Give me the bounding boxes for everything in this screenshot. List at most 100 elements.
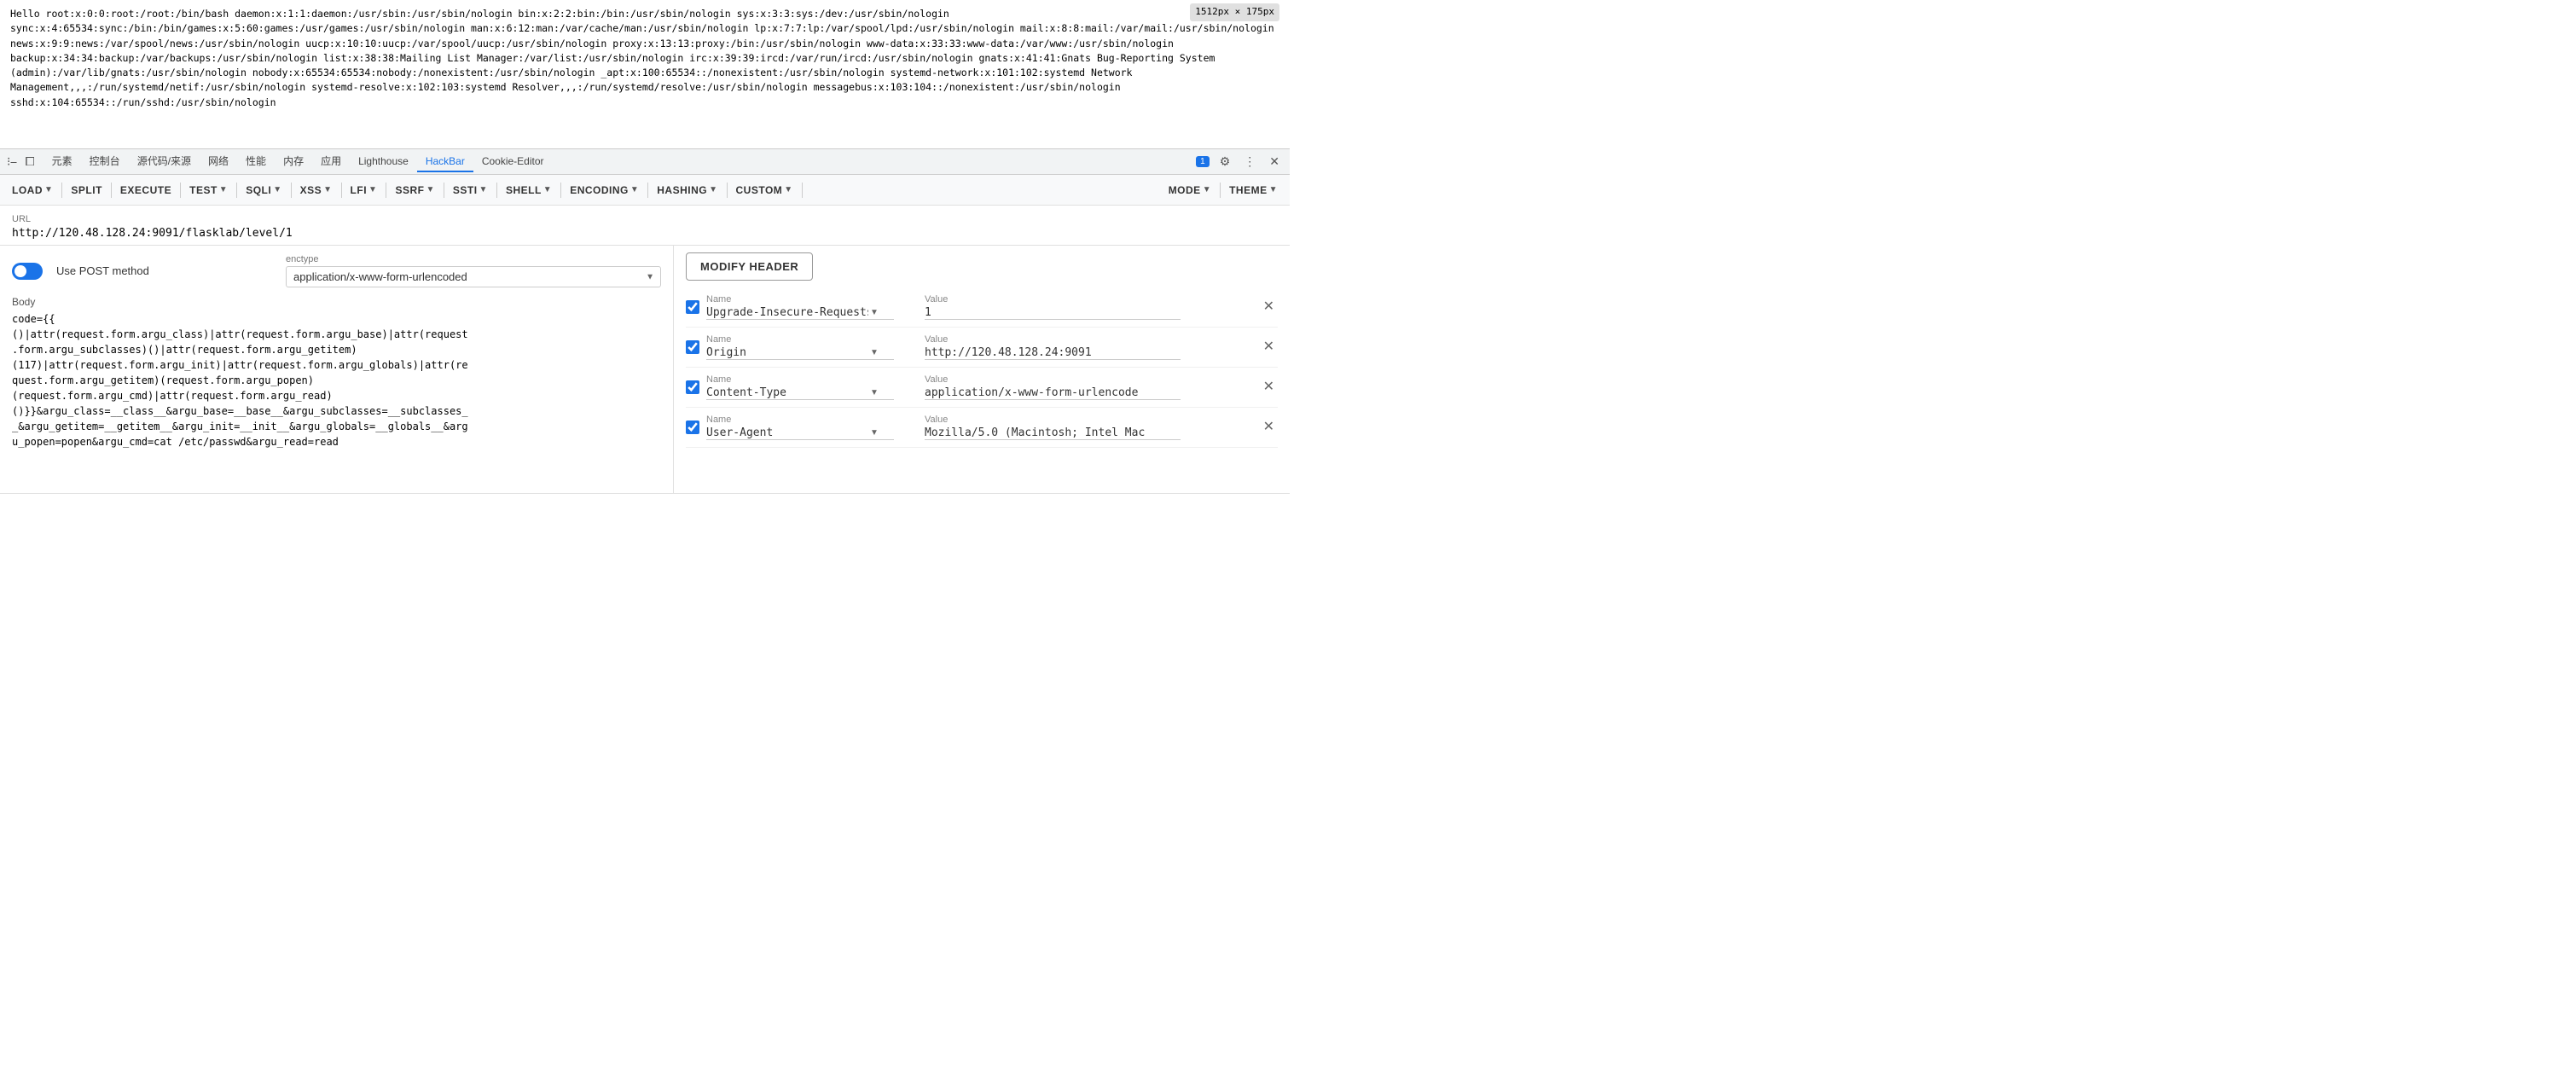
tab-memory[interactable]: 内存 xyxy=(275,150,312,173)
enctype-label: enctype xyxy=(286,254,661,264)
header-name-caret-3[interactable]: ▼ xyxy=(868,386,880,399)
custom-button[interactable]: CUSTOM ▼ xyxy=(731,181,798,200)
cursor-icon[interactable]: ⁝⎯ xyxy=(7,154,16,169)
devtools-tabbar: ⁝⎯ ⧠ 元素 控制台 源代码/来源 网络 性能 内存 应用 Lighthous… xyxy=(0,149,1290,175)
header-name-group-4: Name ▼ xyxy=(706,415,911,440)
xss-caret: ▼ xyxy=(323,185,332,194)
close-icon[interactable]: ✕ xyxy=(1266,153,1283,171)
separator-13 xyxy=(802,183,803,198)
header-delete-btn-1[interactable]: ✕ xyxy=(1260,299,1278,316)
header-name-value-1: Name ▼ Value xyxy=(706,294,1253,320)
header-value-input-4[interactable] xyxy=(925,426,1181,440)
tab-lighthouse[interactable]: Lighthouse xyxy=(350,152,417,172)
header-name-wrapper-4: ▼ xyxy=(706,426,894,440)
tab-console[interactable]: 控制台 xyxy=(81,150,129,173)
header-name-caret-2[interactable]: ▼ xyxy=(868,346,880,359)
tab-elements[interactable]: 元素 xyxy=(44,150,81,173)
xss-button[interactable]: XSS ▼ xyxy=(295,181,338,200)
tab-application[interactable]: 应用 xyxy=(312,150,350,173)
header-value-input-1[interactable] xyxy=(925,306,1181,320)
tab-cookie-editor[interactable]: Cookie-Editor xyxy=(473,152,553,172)
header-checkbox-2[interactable] xyxy=(686,340,699,354)
header-name-wrapper-2: ▼ xyxy=(706,346,894,360)
header-value-label-1: Value xyxy=(925,294,1253,304)
modify-header-button[interactable]: MODIFY HEADER xyxy=(686,252,813,281)
tab-sources[interactable]: 源代码/来源 xyxy=(129,150,200,173)
elements-icon[interactable]: ⧠ xyxy=(25,154,34,169)
shell-button[interactable]: SHELL ▼ xyxy=(501,181,557,200)
mode-button[interactable]: MODE ▼ xyxy=(1163,181,1216,200)
toggle-slider[interactable] xyxy=(12,263,43,280)
lfi-button[interactable]: LFI ▼ xyxy=(345,181,383,200)
header-name-wrapper-1: ▼ xyxy=(706,306,894,320)
header-name-label-3: Name xyxy=(706,374,911,385)
separator-2 xyxy=(111,183,112,198)
header-row-3: Name ▼ Value ✕ xyxy=(686,374,1278,408)
body-textarea[interactable]: code={{ ()|attr(request.form.argu_class)… xyxy=(12,311,661,482)
separator-3 xyxy=(180,183,181,198)
body-label: Body xyxy=(12,296,661,308)
theme-button[interactable]: THEME ▼ xyxy=(1224,181,1283,200)
terminal-text: Hello root:x:0:0:root:/root:/bin/bash da… xyxy=(10,8,1274,108)
hashing-caret: ▼ xyxy=(709,185,717,194)
header-name-input-1[interactable] xyxy=(706,306,868,319)
header-value-input-2[interactable] xyxy=(925,346,1181,360)
headers-container: Name ▼ Value ✕ xyxy=(686,291,1278,448)
notification-badge: 1 xyxy=(1196,156,1210,167)
header-delete-btn-2[interactable]: ✕ xyxy=(1260,339,1278,356)
separator-14 xyxy=(1220,183,1221,198)
encoding-button[interactable]: ENCODING ▼ xyxy=(565,181,644,200)
hashing-button[interactable]: HASHING ▼ xyxy=(652,181,722,200)
url-value[interactable]: http://120.48.128.24:9091/flasklab/level… xyxy=(12,227,1278,240)
test-button[interactable]: TEST ▼ xyxy=(184,181,233,200)
header-name-caret-4[interactable]: ▼ xyxy=(868,426,880,439)
execute-button[interactable]: EXECUTE xyxy=(115,181,177,200)
more-icon[interactable]: ⋮ xyxy=(1240,153,1259,171)
separator-4 xyxy=(236,183,237,198)
tab-performance[interactable]: 性能 xyxy=(237,150,275,173)
sqli-button[interactable]: SQLI ▼ xyxy=(241,181,287,200)
header-delete-btn-3[interactable]: ✕ xyxy=(1260,379,1278,396)
header-value-group-3: Value xyxy=(925,374,1253,400)
custom-caret: ▼ xyxy=(784,185,792,194)
separator-11 xyxy=(647,183,648,198)
header-value-label-2: Value xyxy=(925,334,1253,345)
terminal-output: 1512px × 175px Hello root:x:0:0:root:/ro… xyxy=(0,0,1290,149)
header-row-4: Name ▼ Value ✕ xyxy=(686,415,1278,448)
header-checkbox-3[interactable] xyxy=(686,380,699,394)
header-value-input-3[interactable] xyxy=(925,386,1181,400)
header-checkbox-4[interactable] xyxy=(686,420,699,434)
post-toggle[interactable] xyxy=(12,263,43,280)
header-name-caret-1[interactable]: ▼ xyxy=(868,306,880,319)
header-name-input-4[interactable] xyxy=(706,426,868,439)
load-button[interactable]: LOAD ▼ xyxy=(7,181,58,200)
header-name-group-2: Name ▼ xyxy=(706,334,911,360)
enctype-group: enctype application/x-www-form-urlencode… xyxy=(286,254,661,287)
header-name-input-3[interactable] xyxy=(706,386,868,399)
enctype-select-wrapper[interactable]: application/x-www-form-urlencoded multip… xyxy=(286,266,661,287)
header-name-input-2[interactable] xyxy=(706,346,868,359)
ssrf-button[interactable]: SSRF ▼ xyxy=(390,181,439,200)
header-checkbox-1[interactable] xyxy=(686,300,699,314)
split-button[interactable]: SPLIT xyxy=(66,181,107,200)
header-name-group-1: Name ▼ xyxy=(706,294,911,320)
header-value-label-3: Value xyxy=(925,374,1253,385)
ssti-button[interactable]: SSTI ▼ xyxy=(448,181,493,200)
theme-caret: ▼ xyxy=(1269,185,1278,194)
body-left-panel: Use POST method enctype application/x-ww… xyxy=(0,246,674,493)
header-name-group-3: Name ▼ xyxy=(706,374,911,400)
body-section: Use POST method enctype application/x-ww… xyxy=(0,246,1290,494)
separator-6 xyxy=(341,183,342,198)
header-delete-btn-4[interactable]: ✕ xyxy=(1260,419,1278,436)
size-badge: 1512px × 175px xyxy=(1190,3,1279,21)
tab-hackbar[interactable]: HackBar xyxy=(417,152,473,172)
header-name-wrapper-3: ▼ xyxy=(706,386,894,400)
post-method-label: Use POST method xyxy=(56,264,149,277)
header-name-label-2: Name xyxy=(706,334,911,345)
enctype-select[interactable]: application/x-www-form-urlencoded multip… xyxy=(286,266,661,287)
tab-network[interactable]: 网络 xyxy=(200,150,237,173)
url-label: URL xyxy=(12,214,1278,224)
post-method-row: Use POST method enctype application/x-ww… xyxy=(12,254,661,287)
settings-icon[interactable]: ⚙ xyxy=(1216,153,1234,171)
header-name-value-3: Name ▼ Value xyxy=(706,374,1253,400)
